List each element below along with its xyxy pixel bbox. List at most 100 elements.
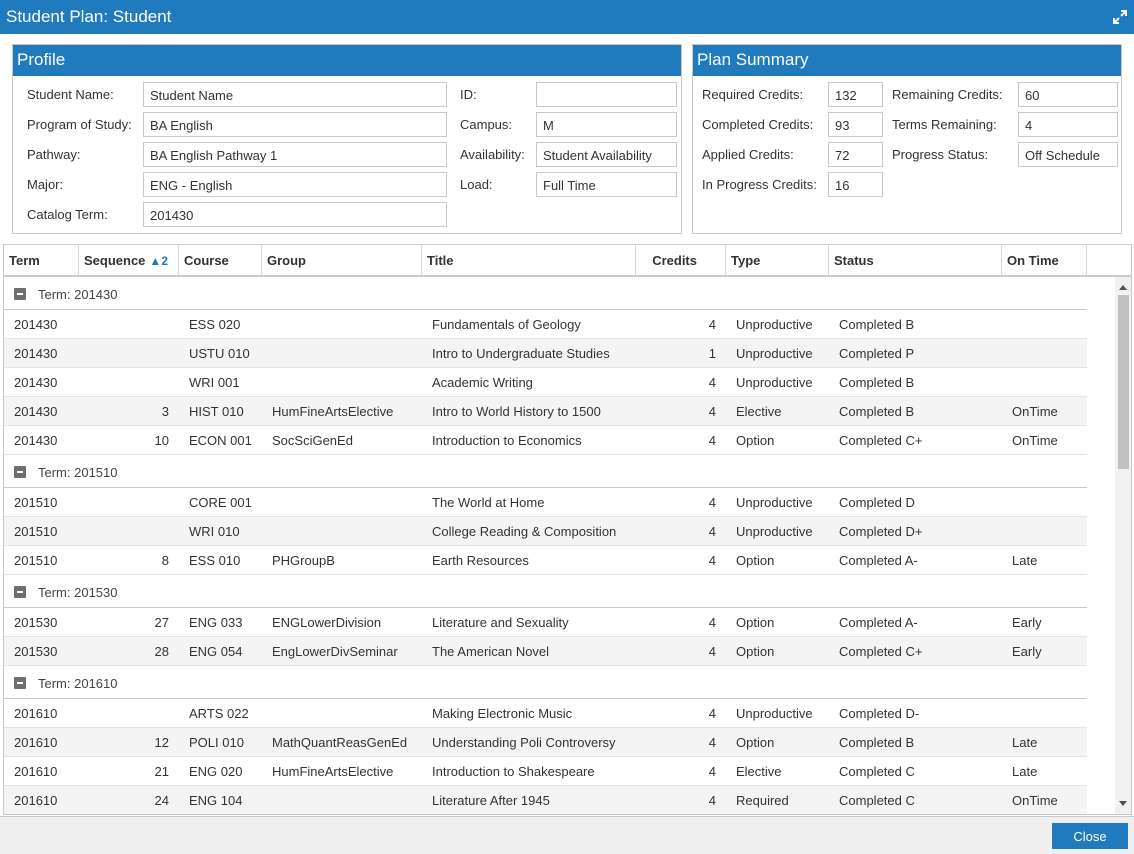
cell-status: Completed C+ [839,433,923,448]
collapse-icon[interactable] [14,677,26,689]
cell-group: ENGLowerDivision [272,615,382,630]
remaining-credits-field[interactable]: 60 [1018,82,1118,107]
term-group-row[interactable]: Term: 201510 [4,455,1087,488]
term-group-row[interactable]: Term: 201430 [4,277,1087,310]
cell-credits: 4 [708,495,716,510]
table-row[interactable]: 201530 28 ENG 054 EngLowerDivSeminar The Ame… [4,637,1087,666]
table-row[interactable]: 201510 8 ESS 010 PHGroupB Earth Resources 4 Op… [4,546,1087,575]
column-header-course-label: Course [184,253,229,268]
cell-credits: 4 [708,735,716,750]
cell-credits: 4 [708,706,716,721]
load-field[interactable]: Full Time [536,172,677,197]
availability-field[interactable]: Student Availability [536,142,677,167]
applied-credits-field[interactable]: 72 [828,142,883,167]
cell-title: Academic Writing [432,375,533,390]
cell-course: CORE 001 [189,495,252,510]
cell-group: HumFineArtsElective [272,404,394,419]
expand-icon[interactable] [1112,9,1128,25]
cell-status: Completed D+ [839,524,923,539]
table-row[interactable]: 201430 ESS 020 Fundamentals of Geology 4 Unp… [4,310,1087,339]
table-row[interactable]: 201510 CORE 001 The World at Home 4 Unproduc… [4,488,1087,517]
campus-field[interactable]: M [536,112,677,137]
cell-credits: 4 [708,404,716,419]
availability-label: Availability: [460,147,525,162]
cell-ontime: Early [1012,644,1042,659]
cell-status: Completed A- [839,553,918,568]
table-row[interactable]: 201510 WRI 010 College Reading & Compositi… [4,517,1087,546]
cell-course: ENG 020 [189,764,243,779]
window-titlebar: Student Plan: Student [0,0,1134,34]
scroll-thumb[interactable] [1118,295,1129,469]
major-field[interactable]: ENG - English [143,172,447,197]
cell-ontime: Late [1012,764,1038,779]
table-row[interactable]: 201610 24 ENG 104 Literature After 1945 4 Req… [4,786,1087,814]
cell-credits: 4 [708,317,716,332]
cell-type: Unproductive [736,375,813,390]
column-header-term[interactable]: Term [4,245,79,275]
cell-status: Completed D [839,495,915,510]
column-header-sequence[interactable]: Sequence ▲2 [79,245,179,275]
cell-ontime: Late [1012,553,1038,568]
cell-type: Option [736,644,775,659]
column-header-course[interactable]: Course [179,245,262,275]
scroll-down-arrow-icon[interactable] [1119,801,1127,806]
column-header-type-label: Type [731,253,761,268]
column-header-group[interactable]: Group [262,245,422,275]
progress-status-field[interactable]: Off Schedule [1018,142,1118,167]
term-group-row[interactable]: Term: 201610 [4,666,1087,699]
in-progress-credits-field[interactable]: 16 [828,172,883,197]
cell-term: 201510 [14,524,58,539]
collapse-icon[interactable] [14,288,26,300]
id-field[interactable] [536,82,677,107]
cell-title: Intro to Undergraduate Studies [432,346,610,361]
cell-title: Earth Resources [432,553,529,568]
column-header-sequence-label: Sequence [84,253,146,268]
cell-status: Completed C [839,764,915,779]
vertical-scrollbar[interactable] [1115,277,1131,814]
collapse-icon[interactable] [14,466,26,478]
table-row[interactable]: 201610 ARTS 022 Making Electronic Music 4 Un… [4,699,1087,728]
table-row[interactable]: 201430 USTU 010 Intro to Undergraduate Stu… [4,339,1087,368]
term-group-label: Term: 201510 [38,465,118,480]
campus-label: Campus: [460,117,513,132]
table-row[interactable]: 201610 12 POLI 010 MathQuantReasGenEd Unders… [4,728,1087,757]
term-group-row[interactable]: Term: 201530 [4,575,1087,608]
cell-ontime: Late [1012,735,1038,750]
cell-title: College Reading & Composition [432,524,617,539]
cell-type: Required [736,793,789,808]
column-header-credits[interactable]: Credits [636,245,726,275]
table-row[interactable]: 201530 27 ENG 033 ENGLowerDivision Literatur… [4,608,1087,637]
cell-credits: 4 [708,615,716,630]
column-header-ontime[interactable]: On Time [1002,245,1087,275]
table-row[interactable]: 201430 10 ECON 001 SocSciGenEd Introduction … [4,426,1087,455]
cell-title: The American Novel [432,644,550,659]
term-group-label: Term: 201530 [38,585,118,600]
collapse-icon[interactable] [14,586,26,598]
cell-course: ENG 033 [189,615,243,630]
terms-remaining-label: Terms Remaining: [892,117,997,132]
catalog-term-field[interactable]: 201430 [143,202,447,227]
required-credits-field[interactable]: 132 [828,82,883,107]
cell-status: Completed C [839,793,915,808]
sort-ascending-icon: ▲2 [149,254,168,268]
close-button[interactable]: Close [1052,823,1128,849]
completed-credits-field[interactable]: 93 [828,112,883,137]
program-field[interactable]: BA English [143,112,447,137]
cell-credits: 4 [708,375,716,390]
cell-status: Completed B [839,317,915,332]
cell-seq: 3 [161,404,169,419]
required-credits-label: Required Credits: [702,87,804,102]
table-row[interactable]: 201430 3 HIST 010 HumFineArtsElective Intro … [4,397,1087,426]
cell-seq: 24 [154,793,169,808]
column-header-title[interactable]: Title [422,245,636,275]
cell-title: The World at Home [432,495,545,510]
scroll-up-arrow-icon[interactable] [1119,285,1127,290]
cell-term: 201430 [14,346,58,361]
column-header-type[interactable]: Type [726,245,829,275]
terms-remaining-field[interactable]: 4 [1018,112,1118,137]
table-row[interactable]: 201430 WRI 001 Academic Writing 4 Unproducti… [4,368,1087,397]
column-header-status[interactable]: Status [829,245,1002,275]
student-name-field[interactable]: Student Name [143,82,447,107]
table-row[interactable]: 201610 21 ENG 020 HumFineArtsElective Introd… [4,757,1087,786]
pathway-field[interactable]: BA English Pathway 1 [143,142,447,167]
